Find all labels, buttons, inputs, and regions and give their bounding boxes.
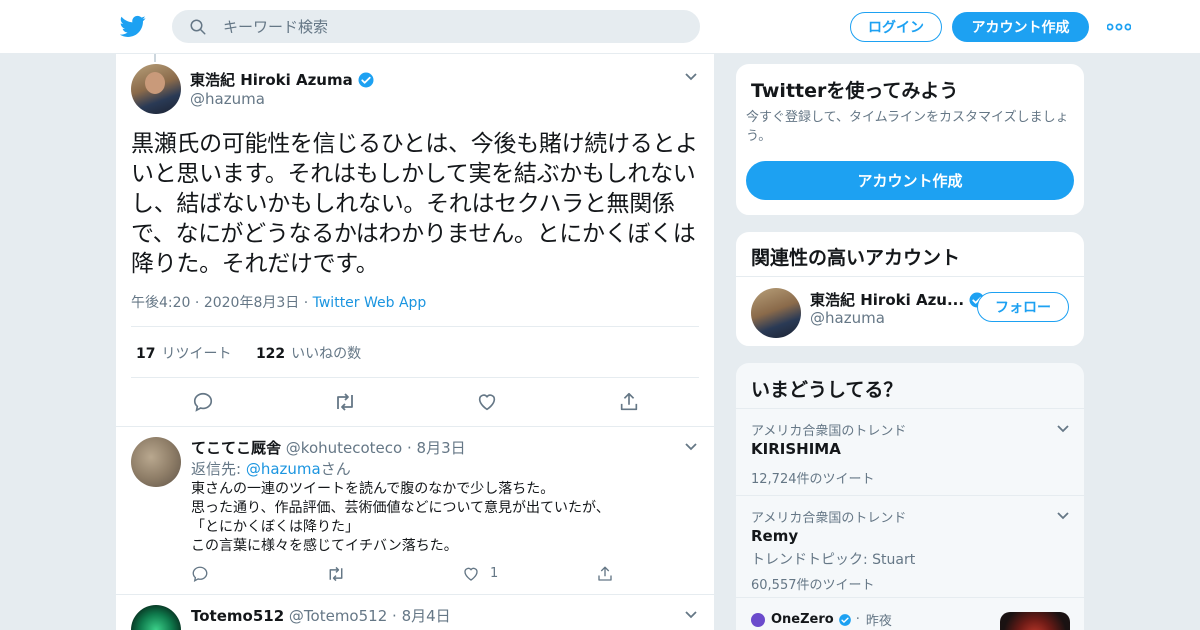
tweet-text: 黒瀬氏の可能性を信じるひとは、今後も賭け続けるとよいと思います。それはもしかして… (131, 131, 698, 277)
related-account-avatar[interactable] (751, 288, 801, 338)
reply-to-handle-link[interactable]: @hazuma (246, 460, 321, 478)
reply-header: てこてこ厩舎 @kohutecoteco · 8月3日 (191, 437, 466, 458)
reply-author-name[interactable]: てこてこ厩舎 (191, 439, 281, 457)
reply-author-handle[interactable]: @Totemo512 (289, 607, 387, 625)
reply-author-name[interactable]: Totemo512 (191, 607, 284, 625)
signup-card-title: Twitterを使ってみよう (751, 80, 959, 102)
chevron-down-icon[interactable] (1056, 424, 1070, 434)
news-item[interactable]: OneZero · 昨夜 (736, 597, 1084, 630)
tweet-meta: 午後4:20 · 2020年8月3日 · Twitter Web App (131, 292, 426, 312)
share-icon[interactable] (596, 565, 614, 583)
trend-topic: トレンドトピック: Stuart (751, 552, 916, 568)
meta-separator: · (855, 612, 860, 627)
reply-to-prefix: 返信先: (191, 460, 246, 478)
trends-card: いまどうしてる？ アメリカ合衆国のトレンド KIRISHIMA 12,724件の… (735, 362, 1085, 630)
news-source-row: OneZero · 昨夜 (771, 610, 892, 629)
verified-badge-icon (358, 72, 374, 87)
trend-item[interactable]: アメリカ合衆国のトレンド Remy トレンドトピック: Stuart 60,55… (736, 495, 1084, 597)
related-accounts-title: 関連性の高いアカウント (751, 247, 961, 269)
author-name[interactable]: 東浩紀 Hiroki Azuma (190, 69, 353, 90)
chevron-down-icon[interactable] (684, 442, 698, 452)
twitter-logo-icon[interactable] (120, 13, 146, 39)
trend-tweet-count: 12,724件のツイート (751, 472, 875, 487)
tweet-source-link[interactable]: Twitter Web App (313, 295, 427, 311)
signup-card: Twitterを使ってみよう 今すぐ登録して、タイムラインをカスタマイズしましょ… (735, 63, 1085, 216)
chevron-down-icon[interactable] (684, 72, 698, 82)
author-handle[interactable]: @hazuma (190, 90, 265, 108)
more-options-icon[interactable] (1107, 22, 1131, 32)
signup-button[interactable]: アカウント作成 (952, 12, 1089, 42)
trends-title: いまどうしてる？ (751, 379, 903, 401)
related-account-handle[interactable]: @hazuma (810, 309, 885, 327)
news-source-logo-icon (751, 613, 765, 627)
retweet-icon[interactable] (333, 391, 357, 413)
author-name-row[interactable]: 東浩紀 Hiroki Azuma (190, 69, 375, 90)
trend-tweet-count: 60,557件のツイート (751, 578, 875, 593)
like-heart-icon[interactable] (462, 565, 480, 583)
reply-avatar[interactable] (131, 437, 181, 487)
main-timeline: 東浩紀 Hiroki Azuma @hazuma 黒瀬氏の可能性を信じるひとは、… (115, 54, 715, 630)
divider (736, 276, 1084, 277)
tweet-stats: 17 リツイート 122 いいねの数 (136, 343, 381, 363)
top-bar: ログイン アカウント作成 (0, 0, 1200, 54)
follow-button[interactable]: フォロー (977, 292, 1069, 322)
trend-name[interactable]: Remy (751, 527, 798, 545)
reply-icon[interactable] (192, 391, 214, 413)
like-count: 122 (255, 346, 286, 362)
news-thumbnail[interactable] (1000, 612, 1070, 630)
reply-icon[interactable] (191, 565, 209, 583)
search-input[interactable] (223, 11, 683, 42)
like-stat[interactable]: 122 いいねの数 (256, 346, 361, 362)
reply-header: Totemo512 @Totemo512 · 8月4日 (191, 605, 451, 626)
reply-to-suffix: さん (320, 460, 351, 478)
login-button[interactable]: ログイン (850, 12, 942, 42)
chevron-down-icon[interactable] (684, 610, 698, 620)
search-icon (190, 19, 206, 35)
reply-text: 東さんの一連のツイートを読んで腹のなかで少し落ちた。 思った通り、作品評価、芸術… (191, 480, 701, 556)
news-time: 昨夜 (865, 614, 892, 629)
signup-card-subtitle: 今すぐ登録して、タイムラインをカスタマイズしましょう。 (746, 110, 1069, 144)
trend-context: アメリカ合衆国のトレンド (751, 424, 907, 439)
meta-separator: · (392, 607, 402, 625)
meta-separator: · (194, 295, 204, 311)
reply-date[interactable]: 8月4日 (402, 607, 451, 625)
chevron-down-icon[interactable] (1056, 511, 1070, 521)
reply-tweet[interactable]: Totemo512 @Totemo512 · 8月4日 (116, 595, 714, 630)
trend-name[interactable]: KIRISHIMA (751, 440, 841, 458)
related-account-name-row[interactable]: 東浩紀 Hiroki Azu... (810, 289, 986, 310)
author-avatar[interactable] (131, 64, 181, 114)
search-box[interactable] (172, 10, 700, 43)
reply-text-line: 思った通り、作品評価、芸術価値などについて意見が出ていたが、 (191, 500, 610, 516)
reply-text-line: 「とにかくぼくは降りた」 (191, 519, 359, 535)
meta-separator: · (407, 439, 417, 457)
like-label: いいねの数 (291, 346, 362, 362)
related-accounts-card: 関連性の高いアカウント 東浩紀 Hiroki Azu... @hazuma フォ… (735, 231, 1085, 347)
divider (131, 326, 699, 327)
reply-author-handle[interactable]: @kohutecoteco (286, 439, 402, 457)
verified-badge-icon (838, 613, 851, 626)
related-account-name[interactable]: 東浩紀 Hiroki Azu... (810, 289, 964, 310)
tweet-date[interactable]: 2020年8月3日 (204, 295, 299, 311)
reply-tweet[interactable]: てこてこ厩舎 @kohutecoteco · 8月3日 返信先: @hazuma… (116, 427, 714, 594)
reply-text-line: この言葉に様々を感じてイチバン落ちた。 (191, 538, 458, 554)
meta-separator: · (303, 295, 313, 311)
tweet-time[interactable]: 午後4:20 (131, 295, 190, 311)
retweet-icon[interactable] (326, 565, 346, 583)
reply-avatar[interactable] (131, 605, 181, 630)
retweet-label: リツイート (161, 346, 232, 362)
divider (131, 377, 699, 378)
trend-context: アメリカ合衆国のトレンド (751, 511, 907, 526)
news-source-name[interactable]: OneZero (771, 612, 834, 627)
like-count: 1 (490, 566, 499, 581)
reply-date[interactable]: 8月3日 (417, 439, 466, 457)
thread-connector (154, 54, 156, 62)
signup-card-button[interactable]: アカウント作成 (746, 161, 1074, 200)
trend-item[interactable]: アメリカ合衆国のトレンド KIRISHIMA 12,724件のツイート (736, 408, 1084, 495)
retweet-count: 17 (136, 346, 156, 362)
reply-text-line: 東さんの一連のツイートを読んで腹のなかで少し落ちた。 (191, 481, 555, 497)
retweet-stat[interactable]: 17 リツイート (136, 346, 231, 362)
share-icon[interactable] (618, 391, 640, 413)
like-heart-icon[interactable] (476, 391, 498, 413)
reply-to-line: 返信先: @hazumaさん (191, 458, 351, 479)
